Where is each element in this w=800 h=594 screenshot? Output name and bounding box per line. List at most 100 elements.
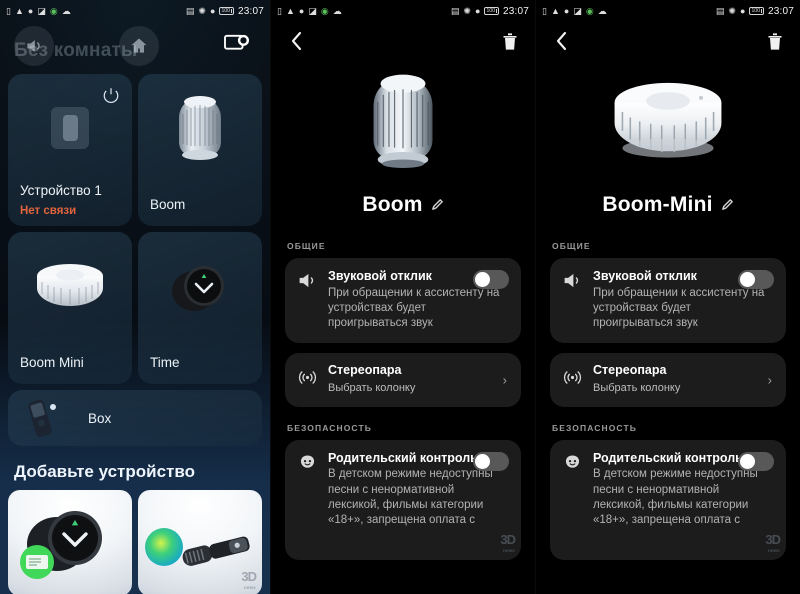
setting-title: Стереопара	[328, 363, 402, 378]
status-right-icons: ▤ ✺ ● 100 23:07	[451, 6, 529, 17]
device-card-time[interactable]: Time	[138, 232, 262, 384]
vibrate-icon: ▯	[6, 5, 11, 16]
watermark-brand: 3D	[765, 532, 781, 548]
setting-text: Стереопара Выбрать колонку	[328, 363, 509, 395]
home-chip-icon[interactable]	[119, 26, 159, 66]
setting-description: В детском режиме недоступны песни с нено…	[593, 468, 758, 527]
promo-card-time[interactable]	[8, 490, 132, 594]
device-title: Boom	[362, 193, 423, 216]
setting-text: Стереопара Выбрать колонку	[593, 363, 774, 395]
setting-parental-control[interactable]: Родительский контроль В детском режиме н…	[285, 439, 521, 560]
device-hero-image	[536, 60, 800, 185]
sync-icon: ◉	[49, 5, 58, 16]
sim-icon: ▤	[185, 5, 195, 16]
clock-time: 23:07	[767, 5, 794, 17]
chevron-left-icon[interactable]	[550, 30, 572, 52]
promo-card-mic[interactable]: 3D news	[138, 490, 262, 594]
setting-description: Выбрать колонку	[328, 382, 416, 395]
setting-parental-control[interactable]: Родительский контроль В детском режиме н…	[550, 439, 786, 560]
pencil-icon[interactable]	[431, 193, 444, 217]
parental-control-toggle[interactable]	[738, 451, 774, 471]
speaker-chip-icon[interactable]	[14, 26, 54, 66]
toggle-knob	[740, 453, 755, 469]
location-icon: ●	[474, 5, 481, 16]
device-card-switch[interactable]: Устройство 1 Нет связи	[8, 74, 132, 226]
location-icon: ●	[563, 5, 570, 16]
chevron-right-icon[interactable]: ›	[768, 373, 772, 388]
battery-indicator: 100	[749, 7, 764, 15]
status-left-icons: ▯ ▲ ● ◪ ◉ ☁	[6, 5, 71, 16]
section-header-general: ОБЩИЕ	[552, 241, 591, 251]
sim-icon: ▤	[715, 5, 725, 16]
parental-control-toggle[interactable]	[473, 451, 509, 471]
status-bar-left: ▯ ▲ ● ◪ ◉ ☁ ▤ ✺ ● 100 23:07	[0, 0, 270, 22]
status-right-icons: ▤ ✺ ● 100 23:07	[716, 6, 794, 17]
boom-mini-speaker-art	[8, 242, 132, 334]
chevron-right-icon[interactable]: ›	[503, 373, 507, 388]
device-name: Box	[88, 410, 112, 426]
watermark-sub: news	[243, 584, 256, 590]
toggle-knob	[740, 272, 755, 287]
setting-sound-feedback[interactable]: Звуковой отклик При обращении к ассистен…	[285, 258, 521, 344]
cast-device-icon[interactable]	[220, 28, 254, 62]
power-toggle-icon[interactable]	[102, 86, 120, 104]
watermark-sub: news	[767, 548, 780, 554]
wifi-icon: ▲	[550, 5, 560, 16]
time-clock-promo-art	[8, 490, 132, 594]
device-hero-image	[271, 60, 535, 185]
stereo-waves-icon	[297, 366, 319, 393]
setting-stereo-pair[interactable]: Стереопара Выбрать колонку ›	[550, 353, 786, 407]
wifi-icon: ▲	[285, 5, 295, 16]
sound-feedback-toggle[interactable]	[738, 270, 774, 289]
setting-title: Стереопара	[593, 363, 667, 378]
sound-feedback-toggle[interactable]	[473, 270, 509, 289]
clock-time: 23:07	[237, 5, 264, 17]
phone-panel-boom-detail: ▯ ▲ ● ◪ ◉ ☁ ▤ ✺ ● 100 23:07 Boom ОБЩИЕ З…	[270, 0, 535, 594]
device-card-boom[interactable]: Boom	[138, 74, 262, 226]
child-face-icon	[562, 451, 584, 548]
device-name: Устройство 1	[20, 183, 102, 198]
screenshot-root: ▯ ▲ ● ◪ ◉ ☁ ▤ ✺ ● 100 23:07 Без комнаты	[0, 0, 800, 594]
device-card-boom-mini[interactable]: Boom Mini	[8, 232, 132, 384]
device-name: Boom Mini	[20, 355, 84, 370]
setting-sound-feedback[interactable]: Звуковой отклик При обращении к ассистен…	[550, 258, 786, 344]
phone-panel-boom-mini-detail: ▯ ▲ ● ◪ ◉ ☁ ▤ ✺ ● 100 23:07 Boom-Mini ОБ…	[535, 0, 800, 594]
status-right-icons: ▤ ✺ ● 100 23:07	[186, 6, 264, 17]
box-remote-art	[20, 397, 62, 439]
toggle-knob	[475, 453, 490, 469]
cloud-icon: ☁	[61, 5, 71, 16]
setting-description: При обращении к ассистенту на устройства…	[328, 286, 500, 330]
clock-time: 23:07	[502, 5, 529, 17]
location-icon: ●	[27, 5, 34, 16]
device-title: Boom-Mini	[602, 193, 713, 216]
watermark: 3D news	[765, 532, 781, 554]
speaker-icon	[297, 269, 319, 331]
device-grid: Устройство 1 Нет связи Boom Boom Mini Ti…	[6, 74, 264, 446]
pencil-icon[interactable]	[721, 193, 734, 217]
setting-stereo-pair[interactable]: Стереопара Выбрать колонку ›	[285, 353, 521, 407]
setting-description: При обращении к ассистенту на устройства…	[593, 286, 765, 330]
child-face-icon	[297, 451, 319, 548]
bluetooth-icon: ✺	[198, 5, 206, 16]
status-bar-right: ▯ ▲ ● ◪ ◉ ☁ ▤ ✺ ● 100 23:07	[536, 0, 800, 22]
location-icon: ●	[739, 5, 746, 16]
location-icon: ●	[209, 5, 216, 16]
battery-indicator: 100	[484, 7, 499, 15]
trash-icon[interactable]	[764, 30, 786, 52]
location-icon: ●	[298, 5, 305, 16]
speaker-icon	[562, 269, 584, 331]
status-left-icons: ▯ ▲ ● ◪ ◉ ☁	[277, 5, 342, 16]
setting-description: Выбрать колонку	[593, 382, 681, 395]
section-header-security: БЕЗОПАСНОСТЬ	[552, 422, 637, 433]
nfc-icon: ◪	[308, 5, 317, 16]
promo-row: 3D news	[6, 490, 264, 594]
detail-navbar	[536, 22, 800, 60]
nfc-icon: ◪	[573, 5, 582, 16]
chevron-left-icon[interactable]	[285, 30, 307, 52]
trash-icon[interactable]	[499, 30, 521, 52]
battery-indicator: 100	[219, 7, 234, 15]
device-card-box[interactable]: Box	[8, 390, 262, 446]
room-header: Без комнаты	[6, 22, 264, 74]
section-header-security: БЕЗОПАСНОСТЬ	[287, 422, 372, 433]
sync-icon: ◉	[585, 5, 594, 16]
